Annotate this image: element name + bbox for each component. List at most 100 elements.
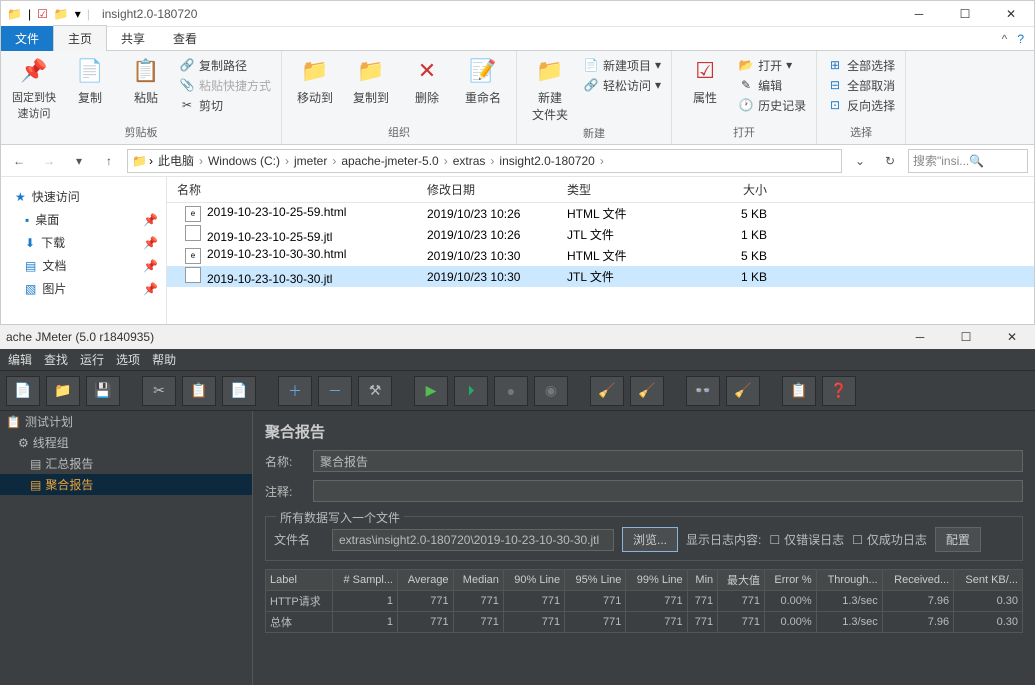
clear-all-button[interactable]: 🧹 bbox=[630, 376, 664, 406]
help-icon[interactable]: ? bbox=[1017, 32, 1024, 46]
start-button[interactable]: ▶ bbox=[414, 376, 448, 406]
crumb[interactable]: jmeter bbox=[291, 154, 330, 168]
col-type[interactable]: 类型 bbox=[567, 181, 687, 198]
help-button[interactable]: ❓ bbox=[822, 376, 856, 406]
table-header[interactable]: Sent KB/... bbox=[954, 570, 1023, 591]
col-date[interactable]: 修改日期 bbox=[427, 181, 567, 198]
tab-home[interactable]: 主页 bbox=[53, 25, 107, 52]
start-no-timers-button[interactable]: ⏵ bbox=[454, 376, 488, 406]
table-header[interactable]: 99% Line bbox=[626, 570, 687, 591]
table-row[interactable]: HTTP请求17717717717717717717710.00%1.3/sec… bbox=[266, 591, 1023, 612]
tab-view[interactable]: 查看 bbox=[159, 26, 211, 51]
cut-button[interactable]: ✂剪切 bbox=[179, 95, 271, 115]
new-item-button[interactable]: 📄新建项目▾ bbox=[583, 55, 661, 75]
save-button[interactable]: 💾 bbox=[86, 376, 120, 406]
sidebar-item[interactable]: ★快速访问 bbox=[1, 185, 166, 208]
ribbon-collapse-icon[interactable]: ^ bbox=[1002, 32, 1008, 46]
paste-button[interactable]: 📄 bbox=[222, 376, 256, 406]
address-dropdown[interactable]: ⌄ bbox=[848, 149, 872, 173]
menu-item[interactable]: 查找 bbox=[44, 351, 68, 368]
maximize-button[interactable]: ☐ bbox=[942, 1, 988, 27]
search-input[interactable]: 搜索"insi... 🔍 bbox=[908, 149, 1028, 173]
table-header[interactable]: Through... bbox=[816, 570, 882, 591]
tree-item[interactable]: ▤汇总报告 bbox=[0, 453, 252, 474]
cut-button[interactable]: ✂ bbox=[142, 376, 176, 406]
file-row[interactable]: 2019-10-23-10-25-59.jtl2019/10/23 10:26J… bbox=[167, 224, 1034, 245]
up-button[interactable]: ↑ bbox=[97, 149, 121, 173]
crumb[interactable]: Windows (C:) bbox=[205, 154, 283, 168]
search-button[interactable]: 👓 bbox=[686, 376, 720, 406]
properties-button[interactable]: ☑属性 bbox=[682, 55, 728, 106]
menu-item[interactable]: 选项 bbox=[116, 351, 140, 368]
maximize-button[interactable]: ☐ bbox=[943, 324, 989, 350]
file-row[interactable]: e2019-10-23-10-25-59.html2019/10/23 10:2… bbox=[167, 203, 1034, 224]
table-header[interactable]: Label bbox=[266, 570, 333, 591]
name-input[interactable] bbox=[313, 450, 1023, 472]
new-folder-button[interactable]: 📁新建 文件夹 bbox=[527, 55, 573, 123]
move-to-button[interactable]: 📁移动到 bbox=[292, 55, 338, 106]
table-header[interactable]: Average bbox=[398, 570, 454, 591]
col-name[interactable]: 名称 bbox=[167, 181, 427, 198]
edit-button[interactable]: ✎编辑 bbox=[738, 75, 806, 95]
copy-button[interactable]: 📄复制 bbox=[67, 55, 113, 106]
history-button[interactable]: 🕐历史记录 bbox=[738, 95, 806, 115]
browse-button[interactable]: 浏览... bbox=[622, 527, 678, 552]
copy-to-button[interactable]: 📁复制到 bbox=[348, 55, 394, 106]
select-none-button[interactable]: ⊟全部取消 bbox=[827, 75, 895, 95]
tree-item[interactable]: ▤聚合报告 bbox=[0, 474, 252, 495]
minimize-button[interactable]: ─ bbox=[896, 1, 942, 27]
success-only-checkbox[interactable]: ☐仅成功日志 bbox=[852, 531, 927, 548]
address-bar[interactable]: 📁›此电脑›Windows (C:)›jmeter›apache-jmeter-… bbox=[127, 149, 842, 173]
errors-only-checkbox[interactable]: ☐仅错误日志 bbox=[769, 531, 844, 548]
copy-button[interactable]: 📋 bbox=[182, 376, 216, 406]
rename-button[interactable]: 📝重命名 bbox=[460, 55, 506, 106]
function-helper-button[interactable]: 📋 bbox=[782, 376, 816, 406]
stop-button[interactable]: ● bbox=[494, 376, 528, 406]
reset-search-button[interactable]: 🧹 bbox=[726, 376, 760, 406]
filename-input[interactable] bbox=[332, 529, 614, 551]
table-header[interactable]: 最大值 bbox=[718, 570, 765, 591]
select-all-button[interactable]: ⊞全部选择 bbox=[827, 55, 895, 75]
pin-button[interactable]: 📌固定到快 速访问 bbox=[11, 55, 57, 121]
table-header[interactable]: Min bbox=[687, 570, 718, 591]
close-button[interactable]: ✕ bbox=[989, 324, 1035, 350]
easy-access-button[interactable]: 🔗轻松访问▾ bbox=[583, 75, 661, 95]
collapse-button[interactable]: － bbox=[318, 376, 352, 406]
table-header[interactable]: # Sampl... bbox=[332, 570, 397, 591]
qat-overflow[interactable]: ▾ bbox=[75, 7, 81, 21]
clear-button[interactable]: 🧹 bbox=[590, 376, 624, 406]
col-size[interactable]: 大小 bbox=[687, 181, 767, 198]
recent-dropdown[interactable]: ▾ bbox=[67, 149, 91, 173]
invert-selection-button[interactable]: ⊡反向选择 bbox=[827, 95, 895, 115]
table-header[interactable]: Received... bbox=[882, 570, 953, 591]
toggle-button[interactable]: ⚒ bbox=[358, 376, 392, 406]
new-button[interactable]: 📄 bbox=[6, 376, 40, 406]
expand-button[interactable]: ＋ bbox=[278, 376, 312, 406]
table-header[interactable]: 90% Line bbox=[503, 570, 564, 591]
crumb[interactable]: insight2.0-180720 bbox=[496, 154, 597, 168]
minimize-button[interactable]: ─ bbox=[897, 324, 943, 350]
copy-path-button[interactable]: 🔗复制路径 bbox=[179, 55, 271, 75]
comment-input[interactable] bbox=[313, 480, 1023, 502]
back-button[interactable]: ← bbox=[7, 149, 31, 173]
open-button[interactable]: 📂打开▾ bbox=[738, 55, 806, 75]
tree-item[interactable]: ⚙线程组 bbox=[0, 432, 252, 453]
crumb[interactable]: extras bbox=[450, 154, 489, 168]
shutdown-button[interactable]: ◉ bbox=[534, 376, 568, 406]
open-button[interactable]: 📁 bbox=[46, 376, 80, 406]
sidebar-item[interactable]: ▤文档📌 bbox=[1, 254, 166, 277]
file-row[interactable]: 2019-10-23-10-30-30.jtl2019/10/23 10:30J… bbox=[167, 266, 1034, 287]
sidebar-item[interactable]: ⬇下载📌 bbox=[1, 231, 166, 254]
tab-share[interactable]: 共享 bbox=[107, 26, 159, 51]
file-row[interactable]: e2019-10-23-10-30-30.html2019/10/23 10:3… bbox=[167, 245, 1034, 266]
table-header[interactable]: Median bbox=[453, 570, 503, 591]
table-row[interactable]: 总体17717717717717717717710.00%1.3/sec7.96… bbox=[266, 612, 1023, 633]
sidebar-item[interactable]: ▪桌面📌 bbox=[1, 208, 166, 231]
test-plan-tree[interactable]: 📋测试计划⚙线程组▤汇总报告▤聚合报告 bbox=[0, 411, 253, 685]
crumb[interactable]: apache-jmeter-5.0 bbox=[338, 154, 441, 168]
tab-file[interactable]: 文件 bbox=[1, 26, 53, 51]
crumb[interactable]: 此电脑 bbox=[155, 152, 197, 169]
menu-item[interactable]: 运行 bbox=[80, 351, 104, 368]
close-button[interactable]: ✕ bbox=[988, 1, 1034, 27]
sidebar-item[interactable]: ▧图片📌 bbox=[1, 277, 166, 300]
